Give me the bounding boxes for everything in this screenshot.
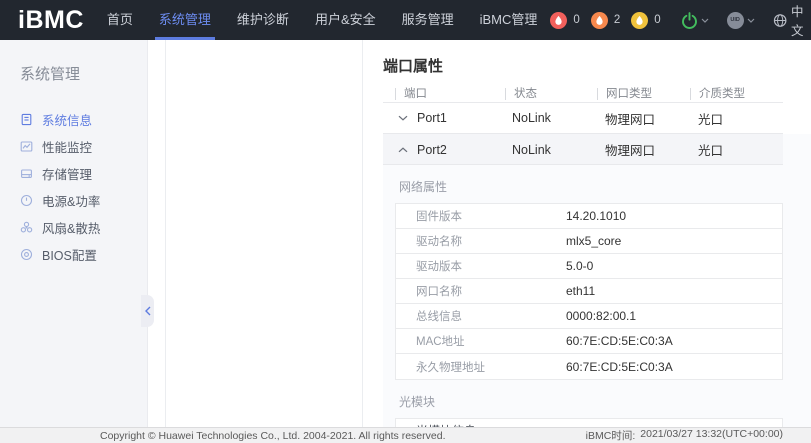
chart-icon — [20, 140, 33, 153]
menu-item-maintenance-diagnosis[interactable]: 维护诊断 — [224, 0, 302, 40]
sidebar-item-label: 电源&功率 — [42, 191, 100, 210]
language-label: 中文 — [791, 1, 811, 39]
sidebar-item-system-info[interactable]: 系统信息 — [0, 106, 147, 133]
chevron-left-icon — [145, 306, 151, 316]
media-type: 光口 — [690, 140, 783, 159]
alarm-critical-badge[interactable]: 0 — [550, 12, 579, 29]
menu-item-user-security[interactable]: 用户&安全 — [302, 0, 389, 40]
optical-module-table: 光模块信息 厂商 WTD 序列号 HN205200110043 — [395, 418, 783, 427]
alarm-minor-badge[interactable]: 0 — [631, 12, 660, 29]
globe-icon — [773, 12, 787, 29]
port-name: Port1 — [417, 111, 447, 125]
top-navbar: iBMC 首页 系统管理 维护诊断 用户&安全 服务管理 iBMC管理 0 2 — [0, 0, 811, 40]
menu-item-system-management[interactable]: 系统管理 — [146, 0, 224, 40]
chevron-down-icon — [747, 18, 755, 23]
panel-divider — [165, 40, 166, 427]
sidebar-collapse-toggle[interactable] — [141, 295, 154, 327]
kv-row-driver-name: 驱动名称 mlx5_core — [396, 229, 782, 254]
power-icon — [681, 12, 698, 29]
sidebar-item-label: 系统信息 — [42, 110, 92, 129]
sidebar-item-label: 风扇&散热 — [42, 218, 100, 237]
kv-row-port-name: 网口名称 eth11 — [396, 279, 782, 304]
port-type: 物理网口 — [597, 140, 690, 159]
column-header-media-type: 介质类型 — [690, 88, 783, 100]
language-dropdown[interactable]: 中文 — [773, 1, 811, 39]
sidebar-item-storage-management[interactable]: 存储管理 — [0, 160, 147, 187]
column-header-status: 状态 — [505, 88, 597, 100]
chevron-down-icon[interactable] — [398, 115, 408, 121]
network-attrs-table: 固件版本 14.20.1010 驱动名称 mlx5_core 驱动版本 5.0-… — [395, 203, 783, 380]
sidebar-item-label: BIOS配置 — [42, 245, 97, 264]
column-header-port-type: 网口类型 — [597, 88, 690, 100]
ibmc-logo: iBMC — [18, 6, 84, 35]
storage-icon — [20, 167, 33, 180]
sidebar-item-performance-monitor[interactable]: 性能监控 — [0, 133, 147, 160]
menu-item-service-management[interactable]: 服务管理 — [389, 0, 467, 40]
minor-alarm-icon — [631, 12, 648, 29]
ports-table-header: 端口 状态 网口类型 介质类型 — [383, 85, 783, 103]
table-row-port1[interactable]: Port1 NoLink 物理网口 光口 — [383, 103, 783, 134]
navbar-right-tools: 0 2 0 UID — [550, 1, 811, 39]
power-icon — [20, 194, 33, 207]
port-properties-panel: 端口属性 端口 状态 网口类型 介质类型 Port1 NoLink 物理网口 — [362, 40, 811, 427]
power-control-dropdown[interactable] — [681, 12, 709, 29]
port-type: 物理网口 — [597, 109, 690, 128]
sidebar-item-fan-cooling[interactable]: 风扇&散热 — [0, 214, 147, 241]
ports-table: 端口 状态 网口类型 介质类型 Port1 NoLink 物理网口 光口 — [383, 85, 783, 134]
port-name: Port2 — [417, 143, 447, 157]
alarm-major-badge[interactable]: 2 — [591, 12, 620, 29]
port-status: NoLink — [505, 111, 597, 125]
table-row-port2[interactable]: Port2 NoLink 物理网口 光口 — [383, 134, 783, 165]
menu-item-ibmc-management[interactable]: iBMC管理 — [467, 0, 551, 40]
optical-module-info-header: 光模块信息 — [396, 419, 782, 427]
kv-row-driver-version: 驱动版本 5.0-0 — [396, 254, 782, 279]
kv-row-bus-info: 总线信息 0000:82:00.1 — [396, 304, 782, 329]
menu-item-home[interactable]: 首页 — [94, 0, 146, 40]
major-alarm-count: 2 — [614, 14, 620, 26]
chevron-down-icon — [701, 18, 709, 23]
footer: Copyright © Huawei Technologies Co., Ltd… — [0, 427, 811, 443]
chevron-up-icon[interactable] — [398, 147, 408, 153]
sidebar-item-label: 存储管理 — [42, 164, 92, 183]
sidebar-title: 系统管理 — [0, 40, 147, 84]
page-title: 端口属性 — [383, 55, 443, 76]
critical-alarm-icon — [550, 12, 567, 29]
port-status: NoLink — [505, 143, 597, 157]
optical-module-section-title: 光模块 — [399, 393, 811, 410]
sidebar-item-bios-config[interactable]: BIOS配置 — [0, 241, 147, 268]
uid-icon: UID — [727, 12, 744, 29]
ibmc-app: iBMC 首页 系统管理 维护诊断 用户&安全 服务管理 iBMC管理 0 2 — [0, 0, 811, 443]
gear-icon — [20, 248, 33, 261]
sidebar: 系统管理 系统信息 性能监控 存储管理 电源&功率 — [0, 40, 148, 427]
kv-row-firmware-version: 固件版本 14.20.1010 — [396, 204, 782, 229]
ibmc-time-value: 2021/03/27 13:32(UTC+00:00) — [640, 428, 783, 443]
page-shell: 系统管理 系统信息 性能监控 存储管理 电源&功率 — [0, 40, 811, 427]
copyright-text: Copyright © Huawei Technologies Co., Ltd… — [100, 430, 446, 442]
ibmc-time: iBMC时间: 2021/03/27 13:32(UTC+00:00) — [586, 428, 783, 443]
fan-icon — [20, 221, 33, 234]
sidebar-item-label: 性能监控 — [42, 137, 92, 156]
column-header-port: 端口 — [395, 88, 505, 100]
port2-expanded-block: Port2 NoLink 物理网口 光口 网络属性 固件版本 14.20.101… — [383, 134, 811, 427]
file-icon — [20, 113, 33, 126]
sidebar-item-power[interactable]: 电源&功率 — [0, 187, 147, 214]
kv-row-permanent-address: 永久物理地址 60:7E:CD:5E:C0:3A — [396, 354, 782, 379]
kv-row-mac-address: MAC地址 60:7E:CD:5E:C0:3A — [396, 329, 782, 354]
major-alarm-icon — [591, 12, 608, 29]
uid-dropdown[interactable]: UID — [727, 12, 755, 29]
critical-alarm-count: 0 — [573, 14, 579, 26]
network-attrs-section-title: 网络属性 — [399, 178, 811, 195]
media-type: 光口 — [690, 109, 783, 128]
minor-alarm-count: 0 — [654, 14, 660, 26]
ibmc-time-label: iBMC时间: — [586, 428, 636, 443]
main-menu: 首页 系统管理 维护诊断 用户&安全 服务管理 iBMC管理 — [94, 0, 551, 40]
